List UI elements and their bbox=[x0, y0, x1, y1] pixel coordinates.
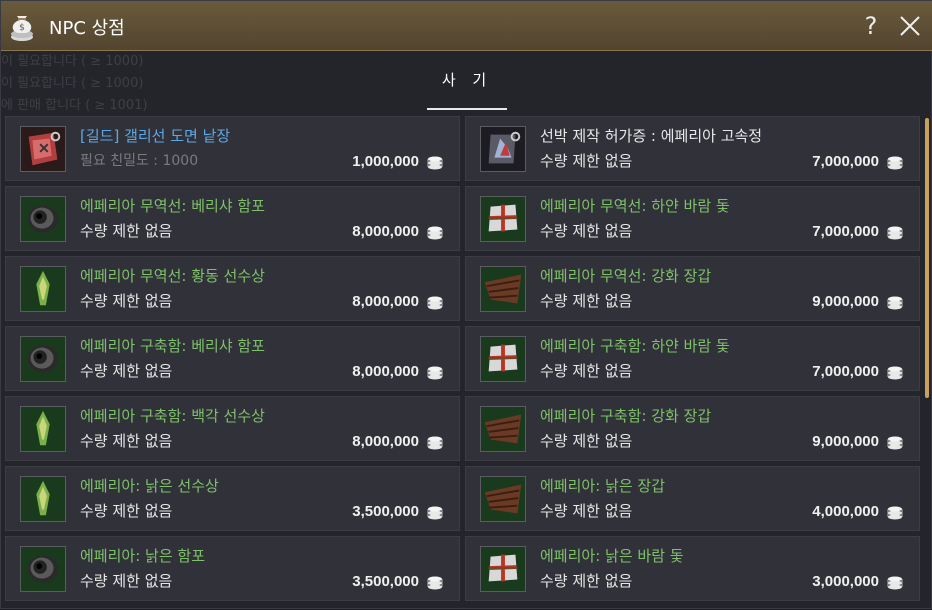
silver-coins-icon bbox=[887, 506, 903, 520]
item-price: 1,000,000 bbox=[352, 153, 419, 170]
item-price: 8,000,000 bbox=[352, 363, 419, 380]
silver-coins-icon bbox=[427, 156, 443, 170]
silver-coins-icon bbox=[427, 366, 443, 380]
item-price: 9,000,000 bbox=[812, 433, 879, 450]
item-price: 3,000,000 bbox=[812, 573, 879, 590]
npc-shop-window: $ NPC 상점 ? 이 필요합니다 ( ≥ 1000) 이 필요합니다 ( ≥… bbox=[0, 0, 932, 609]
cannon-icon bbox=[20, 336, 66, 382]
tab-buy[interactable]: 사 기 bbox=[427, 67, 507, 111]
silver-coins-icon bbox=[427, 226, 443, 240]
shop-item[interactable]: 에페리아 구축함: 강화 장갑수량 제한 없음 9,000,000 bbox=[465, 396, 920, 461]
shop-item[interactable]: 에페리아 구축함: 백각 선수상수량 제한 없음 8,000,000 bbox=[5, 396, 460, 461]
item-limit: 수량 제한 없음 bbox=[80, 292, 173, 310]
shop-item[interactable]: 에페리아: 낡은 장갑수량 제한 없음 4,000,000 bbox=[465, 466, 920, 531]
item-price: 7,000,000 bbox=[812, 223, 879, 240]
item-limit: 수량 제한 없음 bbox=[540, 432, 633, 450]
ship-permit-icon bbox=[480, 126, 526, 172]
item-price: 7,000,000 bbox=[812, 363, 879, 380]
silver-coins-icon bbox=[427, 436, 443, 450]
cannon-icon bbox=[20, 196, 66, 242]
money-bag-icon: $ bbox=[11, 16, 33, 41]
silver-coins-icon bbox=[887, 226, 903, 240]
item-name: 에페리아: 낡은 장갑 bbox=[540, 477, 665, 495]
armor-icon bbox=[480, 406, 526, 452]
item-list[interactable]: [길드] 갤리선 도면 낱장필요 친밀도 : 1000 1,000,000 선박 제… bbox=[1, 114, 932, 610]
svg-text:$: $ bbox=[19, 23, 25, 33]
tab-active-indicator bbox=[427, 108, 507, 110]
figurehead-icon bbox=[20, 266, 66, 312]
sail-icon bbox=[480, 336, 526, 382]
item-limit: 수량 제한 없음 bbox=[540, 362, 633, 380]
item-name: 에페리아: 낡은 함포 bbox=[80, 547, 205, 565]
item-limit: 수량 제한 없음 bbox=[540, 222, 633, 240]
scrollbar[interactable] bbox=[925, 118, 929, 398]
item-limit: 수량 제한 없음 bbox=[80, 502, 173, 520]
shop-item[interactable]: 에페리아 무역선: 하얀 바람 돛수량 제한 없음 7,000,000 bbox=[465, 186, 920, 251]
shop-item[interactable]: 에페리아 무역선: 강화 장갑수량 제한 없음 9,000,000 bbox=[465, 256, 920, 321]
shop-item[interactable]: 에페리아 구축함: 베리샤 함포수량 제한 없음 8,000,000 bbox=[5, 326, 460, 391]
item-price: 8,000,000 bbox=[352, 293, 419, 310]
sail-icon bbox=[480, 546, 526, 592]
window-title: NPC 상점 bbox=[49, 18, 125, 39]
item-limit: 수량 제한 없음 bbox=[80, 222, 173, 240]
sail-icon bbox=[480, 196, 526, 242]
shop-item[interactable]: 에페리아: 낡은 함포수량 제한 없음 3,500,000 bbox=[5, 536, 460, 601]
shop-item[interactable]: 에페리아 무역선: 황동 선수상수량 제한 없음 8,000,000 bbox=[5, 256, 460, 321]
shop-item[interactable]: 에페리아 구축함: 하얀 바람 돛수량 제한 없음 7,000,000 bbox=[465, 326, 920, 391]
item-name: 에페리아 무역선: 강화 장갑 bbox=[540, 267, 712, 285]
silver-coins-icon bbox=[887, 576, 903, 590]
item-limit: 수량 제한 없음 bbox=[540, 152, 633, 170]
item-name: 에페리아 구축함: 베리샤 함포 bbox=[80, 337, 265, 355]
background-line: 이 필요합니다 ( ≥ 1000) bbox=[1, 76, 144, 91]
armor-icon bbox=[480, 266, 526, 312]
item-name: 에페리아 구축함: 강화 장갑 bbox=[540, 407, 712, 425]
item-name: 선박 제작 허가증 : 에페리아 고속정 bbox=[540, 127, 763, 145]
item-name: 에페리아: 낡은 선수상 bbox=[80, 477, 219, 495]
silver-coins-icon bbox=[427, 506, 443, 520]
item-name: 에페리아 구축함: 백각 선수상 bbox=[80, 407, 265, 425]
background-line: 이 필요합니다 ( ≥ 1000) bbox=[1, 54, 144, 69]
item-name: [길드] 갤리선 도면 낱장 bbox=[80, 127, 231, 145]
item-price: 9,000,000 bbox=[812, 293, 879, 310]
armor-icon bbox=[480, 476, 526, 522]
item-name: 에페리아 구축함: 하얀 바람 돛 bbox=[540, 337, 730, 355]
silver-coins-icon bbox=[887, 296, 903, 310]
item-name: 에페리아 무역선: 하얀 바람 돛 bbox=[540, 197, 730, 215]
figurehead-icon bbox=[20, 476, 66, 522]
shop-item[interactable]: 에페리아: 낡은 바람 돛수량 제한 없음 3,000,000 bbox=[465, 536, 920, 601]
item-name: 에페리아 무역선: 황동 선수상 bbox=[80, 267, 265, 285]
item-price: 3,500,000 bbox=[352, 503, 419, 520]
silver-coins-icon bbox=[427, 296, 443, 310]
item-price: 7,000,000 bbox=[812, 153, 879, 170]
item-limit: 필요 친밀도 : 1000 bbox=[80, 153, 199, 169]
scroll-icon bbox=[20, 126, 66, 172]
item-limit: 수량 제한 없음 bbox=[540, 292, 633, 310]
item-price: 3,500,000 bbox=[352, 573, 419, 590]
title-bar[interactable]: $ NPC 상점 ? bbox=[1, 1, 932, 51]
help-icon[interactable]: ? bbox=[859, 11, 883, 41]
figurehead-icon bbox=[20, 406, 66, 452]
silver-coins-icon bbox=[887, 436, 903, 450]
item-price: 8,000,000 bbox=[352, 433, 419, 450]
silver-coins-icon bbox=[887, 156, 903, 170]
item-limit: 수량 제한 없음 bbox=[540, 502, 633, 520]
shop-item[interactable]: 선박 제작 허가증 : 에페리아 고속정수량 제한 없음 7,000,000 bbox=[465, 116, 920, 181]
item-limit: 수량 제한 없음 bbox=[80, 432, 173, 450]
item-limit: 수량 제한 없음 bbox=[540, 572, 633, 590]
item-limit: 수량 제한 없음 bbox=[80, 362, 173, 380]
silver-coins-icon bbox=[427, 576, 443, 590]
item-price: 8,000,000 bbox=[352, 223, 419, 240]
item-name: 에페리아: 낡은 바람 돛 bbox=[540, 547, 684, 565]
cannon-icon bbox=[20, 546, 66, 592]
shop-item[interactable]: 에페리아 무역선: 베리샤 함포수량 제한 없음 8,000,000 bbox=[5, 186, 460, 251]
item-name: 에페리아 무역선: 베리샤 함포 bbox=[80, 197, 265, 215]
item-price: 4,000,000 bbox=[812, 503, 879, 520]
shop-item[interactable]: [길드] 갤리선 도면 낱장필요 친밀도 : 1000 1,000,000 bbox=[5, 116, 460, 181]
background-text: 이 필요합니다 ( ≥ 1000) 이 필요합니다 ( ≥ 1000) 에 판매… bbox=[1, 51, 261, 121]
item-limit: 수량 제한 없음 bbox=[80, 572, 173, 590]
shop-item[interactable]: 에페리아: 낡은 선수상수량 제한 없음 3,500,000 bbox=[5, 466, 460, 531]
close-icon[interactable] bbox=[898, 14, 922, 38]
silver-coins-icon bbox=[887, 366, 903, 380]
